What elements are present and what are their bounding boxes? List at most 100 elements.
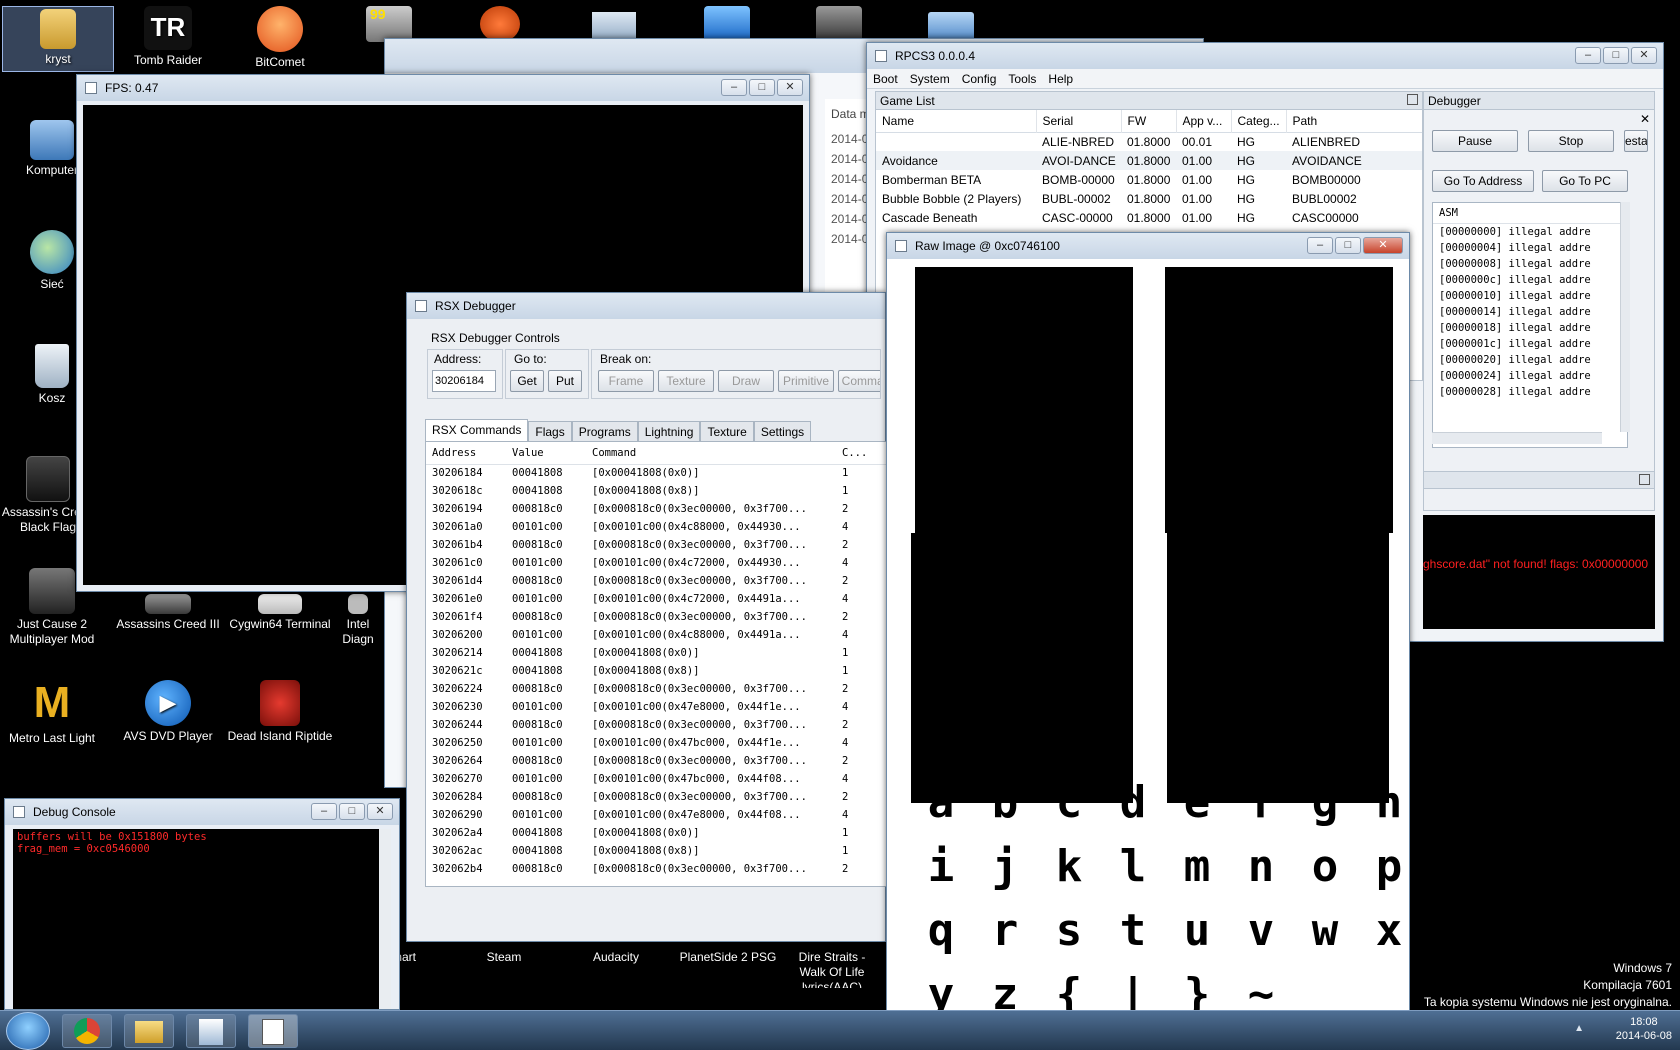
rsx-command-row[interactable]: 30206264 000818c0 [0x000818c0(0x3ec00000, … [426, 752, 886, 770]
desktop-icon-tomb-raider[interactable]: TR Tomb Raider [112, 6, 224, 68]
rsx-command-row[interactable]: 3020618c 00041808 [0x00041808(0x8)] 1 [426, 482, 886, 500]
break-primitive-button[interactable]: Primitive [778, 370, 834, 392]
tab-texture[interactable]: Texture [700, 421, 754, 443]
desktop-icon-avs-dvd-player[interactable]: ▶ AVS DVD Player [112, 680, 224, 744]
rsx-command-row[interactable]: 30206284 000818c0 [0x000818c0(0x3ec00000, … [426, 788, 886, 806]
column-header-category[interactable]: Categ... [1231, 110, 1287, 132]
rpcs3-taskbar-button[interactable] [248, 1014, 298, 1048]
rsx-command-row[interactable]: 30206224 000818c0 [0x000818c0(0x3ec00000, … [426, 680, 886, 698]
asm-line[interactable]: [00000014] illegal addre [1433, 304, 1627, 320]
break-command-button[interactable]: Comman [838, 370, 880, 392]
rsx-command-row[interactable]: 302061f4 000818c0 [0x000818c0(0x3ec00000, … [426, 608, 886, 626]
raw-image-window[interactable]: Raw Image @ 0xc0746100 – □ ✕ abcdefghijk… [886, 232, 1410, 1012]
debug-console-window[interactable]: Debug Console – □ ✕ buffers will be 0x15… [4, 798, 400, 1010]
asm-line[interactable]: [0000000c] illegal addre [1433, 272, 1627, 288]
game-row[interactable]: Bubble Bobble (2 Players) BUBL-00002 01.80… [876, 189, 1422, 208]
desktop-icon-planetside-2-psg[interactable]: PlanetSide 2 PSG [672, 950, 784, 965]
desktop-icon-audacity[interactable]: Audacity [560, 950, 672, 965]
desktop-icon-dire-straits[interactable]: Dire Straits - Walk Of Life lyrics(AAC) [784, 950, 880, 988]
rsx-command-row[interactable]: 302061d4 000818c0 [0x000818c0(0x3ec00000, … [426, 572, 886, 590]
float-panel-icon[interactable] [1639, 474, 1650, 485]
rsx-command-row[interactable]: 302061a0 00101c00 [0x00101c00(0x4c88000, 0… [426, 518, 886, 536]
rsx-debugger-titlebar[interactable]: RSX Debugger [407, 293, 885, 319]
tab-lightning[interactable]: Lightning [637, 421, 701, 443]
column-header-name[interactable]: Name [876, 110, 1037, 132]
rsx-command-row[interactable]: 302061b4 000818c0 [0x000818c0(0x3ec00000, … [426, 536, 886, 554]
show-hidden-icons-icon[interactable]: ▲ [1574, 1023, 1584, 1034]
rsx-command-row[interactable]: 302062ac 00041808 [0x00041808(0x8)] 1 [426, 842, 886, 860]
game-row[interactable]: Cascade Beneath CASC-00000 01.8000 01.00 HG C… [876, 208, 1422, 227]
origin-icon[interactable] [480, 6, 520, 42]
column-header-address[interactable]: Address [426, 442, 506, 464]
rsx-command-row[interactable]: 30206270 00101c00 [0x00101c00(0x47bc000, 0… [426, 770, 886, 788]
game-app-icon[interactable] [816, 6, 862, 42]
game-row[interactable]: Avoidance AVOI-DANCE 01.8000 01.00 HG AVOIDAN… [876, 151, 1422, 170]
rsx-command-row[interactable]: 302061c0 00101c00 [0x00101c00(0x4c72000, 0… [426, 554, 886, 572]
start-button-icon[interactable] [6, 1012, 50, 1050]
game-row[interactable]: ALIE-NBRED 01.8000 00.01 HG ALIENBRED [876, 132, 1422, 151]
asm-line[interactable]: [00000018] illegal addre [1433, 320, 1627, 336]
rsx-command-row[interactable]: 3020621c 00041808 [0x00041808(0x8)] 1 [426, 662, 886, 680]
stop-button[interactable]: Stop [1528, 130, 1614, 152]
rsx-debugger-window[interactable]: RSX Debugger RSX Debugger Controls Addre… [406, 292, 895, 942]
menu-help[interactable]: Help [1042, 69, 1079, 88]
rsx-command-row[interactable]: 30206230 00101c00 [0x00101c00(0x47e8000, 0… [426, 698, 886, 716]
app-taskbar-button[interactable] [186, 1014, 236, 1048]
asm-line[interactable]: [0000001c] illegal addre [1433, 336, 1627, 352]
minimize-button[interactable]: – [1307, 237, 1333, 254]
asm-line[interactable]: [00000028] illegal addre [1433, 384, 1627, 400]
desktop-icon-kryst[interactable]: kryst [2, 6, 114, 72]
tab-rsx-commands[interactable]: RSX Commands [425, 419, 529, 443]
menu-boot[interactable]: Boot [867, 69, 904, 88]
rsx-command-row[interactable]: 302062b4 000818c0 [0x000818c0(0x3ec00000, … [426, 860, 886, 878]
close-button[interactable]: ✕ [367, 803, 393, 820]
column-header-path[interactable]: Path [1286, 110, 1422, 132]
fps-window-titlebar[interactable]: FPS: 0.47 – □ ✕ [77, 75, 809, 101]
maximize-button[interactable]: □ [1603, 47, 1629, 64]
sync-app-icon[interactable] [704, 6, 750, 42]
explorer-taskbar-button[interactable] [124, 1014, 174, 1048]
rsx-command-row[interactable]: 30206214 00041808 [0x00041808(0x0)] 1 [426, 644, 886, 662]
desktop-icon-metro-last-light[interactable]: M Metro Last Light [0, 680, 108, 746]
restart-button[interactable]: esta [1624, 130, 1648, 152]
minimize-button[interactable]: – [311, 803, 337, 820]
column-header-fw[interactable]: FW [1121, 110, 1177, 132]
break-texture-button[interactable]: Texture [658, 370, 714, 392]
rsx-command-row[interactable]: 30206250 00101c00 [0x00101c00(0x47bc000, 0… [426, 734, 886, 752]
system-clock[interactable]: 18:08 2014-06-08 [1616, 1015, 1672, 1043]
asm-horizontal-scrollbar[interactable] [1432, 432, 1602, 444]
console-output[interactable]: buffers will be 0x151800 bytes frag_mem … [13, 829, 391, 1009]
maximize-button[interactable]: □ [339, 803, 365, 820]
close-button[interactable]: ✕ [1631, 47, 1657, 64]
asm-line[interactable]: [00000020] illegal addre [1433, 352, 1627, 368]
column-header-serial[interactable]: Serial [1036, 110, 1122, 132]
rsx-command-row[interactable]: 30206244 000818c0 [0x000818c0(0x3ec00000, … [426, 716, 886, 734]
rsx-commands-list[interactable]: Address Value Command C... 30206184 00041… [425, 441, 895, 887]
column-header-count[interactable]: C... [836, 442, 886, 464]
menu-config[interactable]: Config [956, 69, 1003, 88]
pause-button[interactable]: Pause [1432, 130, 1518, 152]
chrome-taskbar-button[interactable] [62, 1014, 112, 1048]
break-draw-button[interactable]: Draw [718, 370, 774, 392]
maximize-button[interactable]: □ [1335, 237, 1361, 254]
address-input[interactable] [432, 370, 496, 392]
tab-settings[interactable]: Settings [753, 421, 812, 443]
asm-line[interactable]: [00000000] illegal addre [1433, 224, 1627, 240]
rsx-command-row[interactable]: 30206290 00101c00 [0x00101c00(0x47e8000, 0… [426, 806, 886, 824]
rsx-command-row[interactable]: 30206194 000818c0 [0x000818c0(0x3ec00000, … [426, 500, 886, 518]
desktop-icon-steam[interactable]: Steam [448, 950, 560, 965]
menu-system[interactable]: System [904, 69, 956, 88]
float-panel-icon[interactable] [1407, 94, 1418, 105]
column-header-command[interactable]: Command [586, 442, 836, 464]
game-row[interactable]: Bomberman BETA BOMB-00000 01.8000 01.00 HG BO… [876, 170, 1422, 189]
asm-line[interactable]: [00000024] illegal addre [1433, 368, 1627, 384]
desktop-icon-dead-island-riptide[interactable]: Dead Island Riptide [224, 680, 336, 744]
asm-line[interactable]: [00000010] illegal addre [1433, 288, 1627, 304]
go-to-address-button[interactable]: Go To Address [1432, 170, 1534, 192]
raw-image-titlebar[interactable]: Raw Image @ 0xc0746100 – □ ✕ [887, 233, 1409, 259]
asm-list[interactable]: ASM [00000000] illegal addre [00000004] i… [1432, 202, 1628, 448]
tab-flags[interactable]: Flags [528, 421, 572, 443]
asm-line[interactable]: [00000008] illegal addre [1433, 256, 1627, 272]
console-scrollbar[interactable] [379, 829, 391, 1009]
maximize-button[interactable]: □ [749, 79, 775, 96]
